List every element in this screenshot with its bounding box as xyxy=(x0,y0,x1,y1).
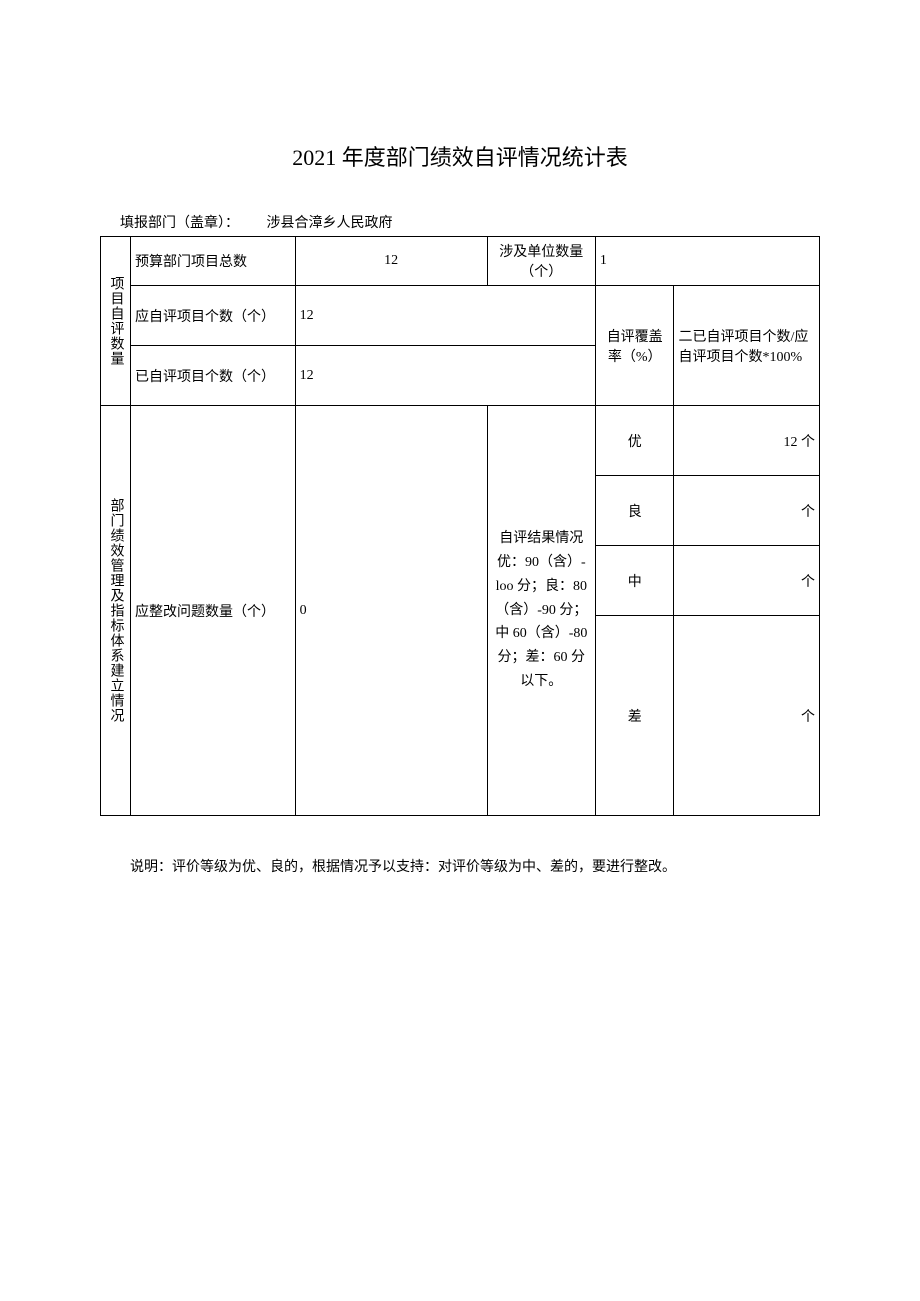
grade-cha-label: 差 xyxy=(595,616,674,816)
grade-zhong-value: 个 xyxy=(674,546,820,616)
grade-liang-value: 个 xyxy=(674,476,820,546)
grade-liang-label: 良 xyxy=(595,476,674,546)
stats-table: 项目自评数量 预算部门项目总数 12 涉及单位数量（个） 1 应自评项目个数（个… xyxy=(100,236,820,816)
meta-label: 填报部门（盖章）： xyxy=(120,212,239,232)
total-projects-value: 12 xyxy=(295,237,487,286)
section1-vlabel: 项目自评数量 xyxy=(101,237,131,406)
grade-you-label: 优 xyxy=(595,406,674,476)
page-title: 2021 年度部门绩效自评情况统计表 xyxy=(100,140,820,172)
footer-note: 说明：评价等级为优、良的，根据情况予以支持：对评价等级为中、差的，要进行整改。 xyxy=(100,856,820,876)
section2-vlabel: 部门绩效管理及指标体系建立情况 xyxy=(101,406,131,816)
done-eval-value: 12 xyxy=(295,346,595,406)
rectify-value: 0 xyxy=(295,406,487,816)
coverage-formula: 二已自评项目个数/应自评项目个数*100% xyxy=(674,286,820,406)
units-value: 1 xyxy=(595,237,819,286)
total-projects-label: 预算部门项目总数 xyxy=(130,237,295,286)
table-row: 项目自评数量 预算部门项目总数 12 涉及单位数量（个） 1 xyxy=(101,237,820,286)
grade-cha-value: 个 xyxy=(674,616,820,816)
grade-you-value: 12 个 xyxy=(674,406,820,476)
grade-zhong-label: 中 xyxy=(595,546,674,616)
table-row: 应自评项目个数（个） 12 自评覆盖率（%） 二已自评项目个数/应自评项目个数*… xyxy=(101,286,820,346)
criteria-text: 自评结果情况 优：90（含）- loo 分；良：80（含）-90 分；中 60（… xyxy=(487,406,595,816)
should-eval-value: 12 xyxy=(295,286,595,346)
meta-value: 涉县合漳乡人民政府 xyxy=(267,212,393,232)
table-row: 部门绩效管理及指标体系建立情况 应整改问题数量（个） 0 自评结果情况 优：90… xyxy=(101,406,820,476)
rectify-label: 应整改问题数量（个） xyxy=(130,406,295,816)
done-eval-label: 已自评项目个数（个） xyxy=(130,346,295,406)
coverage-label: 自评覆盖率（%） xyxy=(595,286,674,406)
meta-line: 填报部门（盖章）： 涉县合漳乡人民政府 xyxy=(100,212,820,232)
should-eval-label: 应自评项目个数（个） xyxy=(130,286,295,346)
units-label: 涉及单位数量（个） xyxy=(487,237,595,286)
